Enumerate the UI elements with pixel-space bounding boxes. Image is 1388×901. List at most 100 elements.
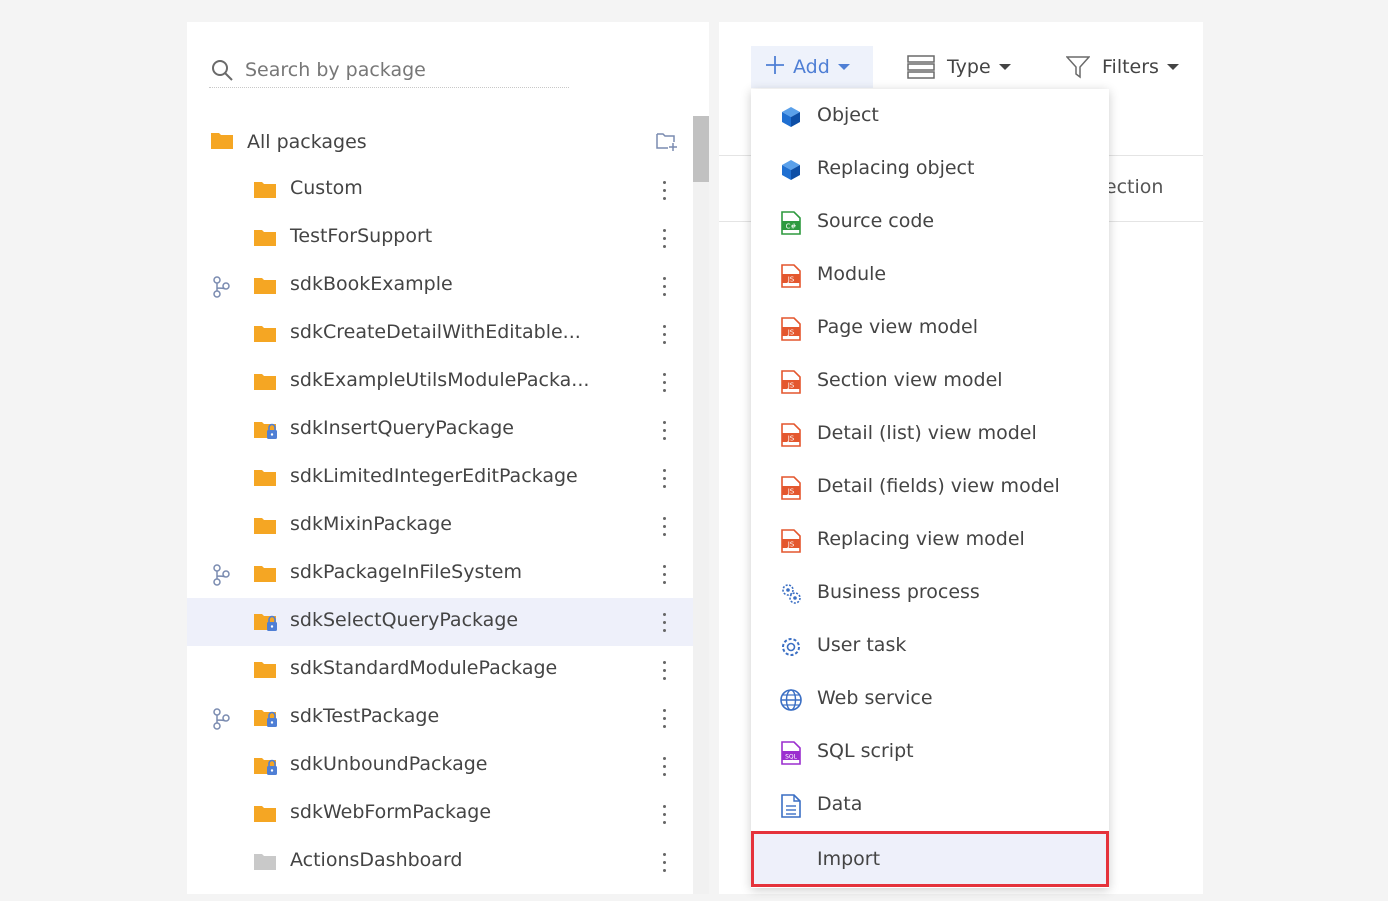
locked-folder-icon (253, 419, 279, 445)
tree-item-label: sdkExampleUtilsModulePacka... (290, 369, 590, 391)
more-vertical-icon[interactable] (657, 848, 671, 876)
locked-folder-icon (253, 755, 279, 781)
more-vertical-icon[interactable] (657, 320, 671, 348)
menu-item-import[interactable]: Import (751, 831, 1109, 887)
folder-icon (253, 515, 279, 541)
menu-item-label: Source code (817, 210, 935, 232)
chevron-down-icon (1166, 64, 1179, 70)
menu-item-detail-list-view-model[interactable]: JS Detail (list) view model (751, 407, 1109, 460)
tree-item[interactable]: sdkTestPackage (187, 694, 693, 742)
menu-item-label: Business process (817, 581, 980, 603)
svg-text:SQL: SQL (785, 754, 798, 761)
type-button[interactable]: Type (907, 46, 1011, 88)
tree-item[interactable]: TestForSupport (187, 214, 693, 262)
add-button[interactable]: Add (751, 46, 873, 88)
package-panel: All packages Custom TestForSupport sdkBook… (187, 22, 709, 894)
tree-item[interactable]: sdkWebFormPackage (187, 790, 693, 838)
tree-item[interactable]: sdkBookExample (187, 262, 693, 310)
more-vertical-icon[interactable] (657, 656, 671, 684)
tree-item-label: sdkMixinPackage (290, 513, 452, 535)
tree-item[interactable]: sdkInsertQueryPackage (187, 406, 693, 454)
tree-scrollbar[interactable] (693, 116, 709, 894)
sql-file-icon: SQL (778, 740, 804, 766)
js-file-icon: JS (778, 475, 804, 501)
js-file-icon: JS (778, 422, 804, 448)
menu-item-label: Replacing view model (817, 528, 1025, 550)
add-button-label: Add (793, 56, 830, 78)
tree-item-label: sdkUnboundPackage (290, 753, 488, 775)
tree-item-label: sdkBookExample (290, 273, 453, 295)
svg-text:JS: JS (787, 329, 795, 337)
scrollbar-thumb[interactable] (693, 116, 709, 182)
more-vertical-icon[interactable] (657, 416, 671, 444)
menu-item-section-view-model[interactable]: JS Section view model (751, 354, 1109, 407)
svg-text:C#: C# (786, 223, 797, 231)
menu-item-label: Detail (list) view model (817, 422, 1037, 444)
menu-item-source-code[interactable]: C# Source code (751, 195, 1109, 248)
tree-item-label: sdkSelectQueryPackage (290, 609, 519, 631)
menu-item-module[interactable]: JS Module (751, 248, 1109, 301)
tree-item[interactable]: ActionsDashboard (187, 838, 693, 886)
filters-button-label: Filters (1102, 56, 1159, 78)
svg-text:JS: JS (787, 382, 795, 390)
folder-icon (210, 130, 234, 154)
cube-icon (778, 157, 804, 183)
folder-icon (253, 803, 279, 829)
folder-icon (253, 563, 279, 589)
tree-item[interactable]: sdkExampleUtilsModulePacka... (187, 358, 693, 406)
menu-item-business-process[interactable]: Business process (751, 566, 1109, 619)
git-branch-icon (210, 275, 232, 303)
folder-icon (253, 275, 279, 301)
more-vertical-icon[interactable] (657, 512, 671, 540)
search-icon (209, 57, 235, 83)
svg-text:JS: JS (787, 488, 795, 496)
menu-item-user-task[interactable]: User task (751, 619, 1109, 672)
tree-item[interactable]: sdkUnboundPackage (187, 742, 693, 790)
svg-text:JS: JS (787, 541, 795, 549)
more-vertical-icon[interactable] (657, 704, 671, 732)
menu-item-web-service[interactable]: Web service (751, 672, 1109, 725)
search-box (209, 52, 569, 88)
menu-item-replacing-object[interactable]: Replacing object (751, 142, 1109, 195)
tree-item[interactable]: sdkCreateDetailWithEditable... (187, 310, 693, 358)
folder-icon (253, 227, 279, 253)
svg-text:JS: JS (787, 435, 795, 443)
tree-root-all-packages[interactable]: All packages (187, 118, 693, 166)
menu-item-data[interactable]: Data (751, 778, 1109, 831)
more-vertical-icon[interactable] (657, 176, 671, 204)
tree-item[interactable]: sdkLimitedIntegerEditPackage (187, 454, 693, 502)
menu-item-label: Detail (fields) view model (817, 475, 1060, 497)
folder-icon (253, 467, 279, 493)
tree-item[interactable]: sdkStandardModulePackage (187, 646, 693, 694)
folder-icon (253, 851, 279, 877)
add-folder-icon[interactable] (655, 130, 679, 156)
tree-item[interactable]: sdkSelectQueryPackage (187, 598, 693, 646)
menu-item-replacing-view-model[interactable]: JS Replacing view model (751, 513, 1109, 566)
menu-item-page-view-model[interactable]: JS Page view model (751, 301, 1109, 354)
filters-button[interactable]: Filters (1066, 46, 1179, 88)
tree-item-label: sdkInsertQueryPackage (290, 417, 514, 439)
more-vertical-icon[interactable] (657, 464, 671, 492)
search-input[interactable] (245, 58, 565, 81)
folder-icon (253, 323, 279, 349)
menu-item-label: Replacing object (817, 157, 975, 179)
more-vertical-icon[interactable] (657, 272, 671, 300)
menu-item-label: Import (817, 848, 881, 870)
more-vertical-icon[interactable] (657, 608, 671, 636)
js-file-icon: JS (778, 263, 804, 289)
folder-icon (253, 179, 279, 205)
more-vertical-icon[interactable] (657, 560, 671, 588)
more-vertical-icon[interactable] (657, 224, 671, 252)
chevron-down-icon (837, 64, 850, 70)
menu-item-sql-script[interactable]: SQL SQL script (751, 725, 1109, 778)
more-vertical-icon[interactable] (657, 368, 671, 396)
more-vertical-icon[interactable] (657, 752, 671, 780)
menu-item-label: User task (817, 634, 907, 656)
menu-item-label: Module (817, 263, 887, 285)
menu-item-detail-fields-view-model[interactable]: JS Detail (fields) view model (751, 460, 1109, 513)
tree-item[interactable]: Custom (187, 166, 693, 214)
more-vertical-icon[interactable] (657, 800, 671, 828)
tree-item[interactable]: sdkMixinPackage (187, 502, 693, 550)
tree-item[interactable]: sdkPackageInFileSystem (187, 550, 693, 598)
menu-item-object[interactable]: Object (751, 89, 1109, 142)
